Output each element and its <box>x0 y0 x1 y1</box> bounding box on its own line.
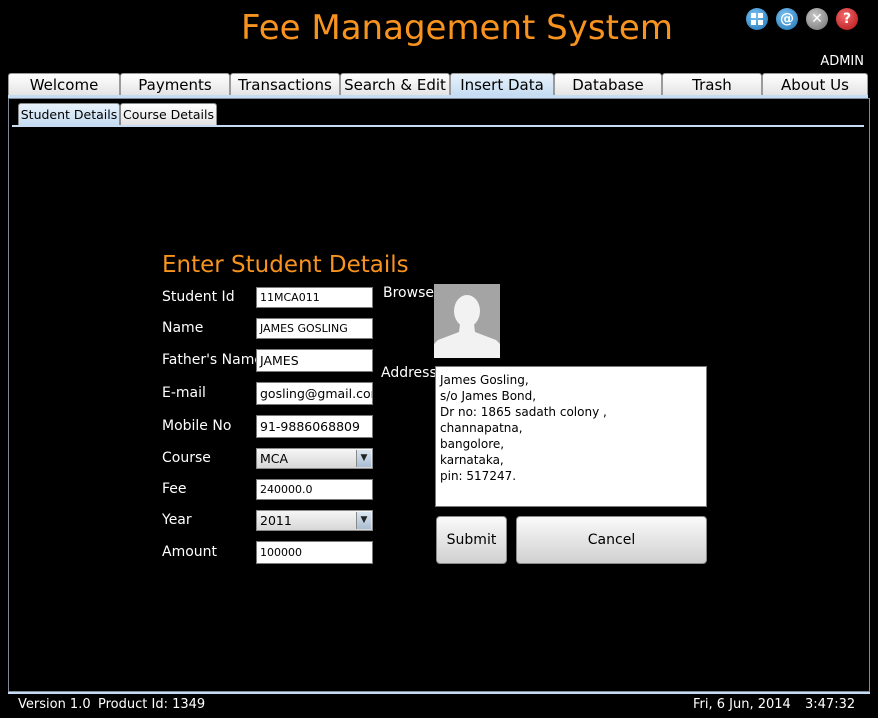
student-photo[interactable] <box>434 284 500 358</box>
person-silhouette-icon <box>434 284 500 358</box>
tab-transactions[interactable]: Transactions <box>230 73 340 95</box>
year-select-value: 2011 <box>260 513 292 528</box>
email-label: E-mail <box>162 385 206 401</box>
student-id-input[interactable]: 11MCA011 <box>256 287 373 308</box>
email-input[interactable]: gosling@gmail.com <box>256 382 373 405</box>
browse-label[interactable]: Browse <box>383 285 434 301</box>
form-title: Enter Student Details <box>162 252 409 278</box>
cancel-button[interactable]: Cancel <box>516 516 707 564</box>
version-text: Version 1.0 <box>18 697 91 712</box>
tab-payments[interactable]: Payments <box>120 73 230 95</box>
tab-insert-data[interactable]: Insert Data <box>450 73 554 95</box>
help-icon[interactable]: ? <box>836 8 858 30</box>
address-textarea[interactable]: James Gosling, s/o James Bond, Dr no: 18… <box>435 366 707 507</box>
amount-input[interactable]: 100000 <box>256 541 373 564</box>
time-text: 3:47:32 <box>805 697 856 712</box>
name-input[interactable]: JAMES GOSLING <box>256 318 373 339</box>
fee-label: Fee <box>162 481 187 497</box>
tab-trash[interactable]: Trash <box>662 73 762 95</box>
fee-input[interactable]: 240000.0 <box>256 479 373 500</box>
address-label: Address <box>381 365 437 381</box>
tab-search-edit[interactable]: Search & Edit <box>340 73 450 95</box>
close-icon[interactable]: ✕ <box>806 8 828 30</box>
father-name-input[interactable]: JAMES <box>256 349 373 372</box>
name-label: Name <box>162 320 204 336</box>
date-text: Fri, 6 Jun, 2014 <box>693 697 791 712</box>
subtab-course-details[interactable]: Course Details <box>120 103 217 125</box>
statusbar-divider <box>8 692 870 694</box>
mobile-label: Mobile No <box>162 418 232 434</box>
subtab-divider <box>12 125 864 127</box>
tab-about-us[interactable]: About Us <box>762 73 868 95</box>
chevron-down-icon[interactable]: ▼ <box>356 450 371 467</box>
year-select[interactable]: 2011 ▼ <box>256 510 373 531</box>
course-select[interactable]: MCA ▼ <box>256 448 373 469</box>
tab-welcome[interactable]: Welcome <box>8 73 120 95</box>
submit-button[interactable]: Submit <box>436 516 507 564</box>
grid-icon[interactable] <box>746 8 768 30</box>
at-icon[interactable]: @ <box>776 8 798 30</box>
course-select-value: MCA <box>260 451 289 466</box>
submit-button-label: Submit <box>446 532 497 548</box>
year-label: Year <box>162 512 192 528</box>
product-id-text: Product Id: 1349 <box>98 697 206 712</box>
course-label: Course <box>162 450 211 466</box>
amount-label: Amount <box>162 544 218 560</box>
user-label: ADMIN <box>820 54 864 69</box>
mobile-input[interactable]: 91-9886068809 <box>256 415 373 438</box>
student-id-label: Student Id <box>162 289 235 305</box>
tab-database[interactable]: Database <box>554 73 662 95</box>
father-name-label: Father's Name <box>162 352 263 368</box>
cancel-button-label: Cancel <box>587 532 636 548</box>
subtab-student-details[interactable]: Student Details <box>18 103 120 125</box>
chevron-down-icon[interactable]: ▼ <box>356 512 371 529</box>
